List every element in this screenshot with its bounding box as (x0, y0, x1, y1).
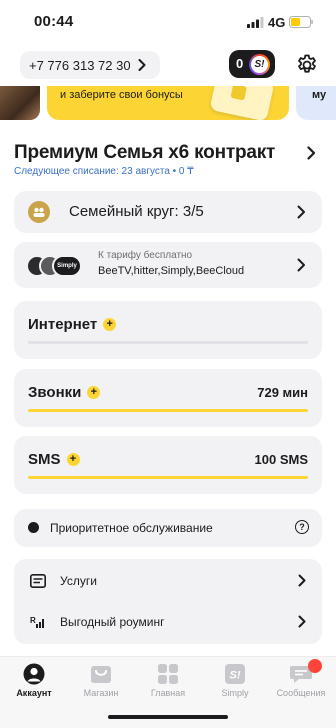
promo-banner-bonus[interactable]: и заберите свои бонусы (47, 86, 289, 120)
status-bar: 00:44 4G (0, 0, 336, 44)
priority-service-card[interactable]: Приоритетное обслуживание ? (14, 509, 322, 547)
menu-item-roaming[interactable]: R Выгодный роуминг (14, 602, 322, 642)
promo-banner-photo[interactable] (0, 86, 40, 120)
internet-usage-card[interactable]: Интернет + (14, 301, 322, 359)
add-calls-icon[interactable]: + (87, 386, 101, 399)
free-services-caption: К тарифу бесплатно (98, 250, 193, 261)
battery-icon (289, 16, 313, 28)
phone-number: +7 776 313 72 30 (29, 57, 131, 73)
help-icon[interactable]: ? (295, 520, 309, 534)
sms-usage-card[interactable]: SMS + 100 SMS (14, 436, 322, 494)
tab-messages-label: Сообщения (276, 688, 326, 698)
tab-home[interactable]: Главная (135, 663, 201, 707)
tab-home-label: Главная (150, 688, 186, 698)
family-circle-label: Семейный круг: 3/5 (69, 203, 204, 220)
network-type: 4G (268, 15, 286, 30)
menu-item-services-label: Услуги (60, 574, 97, 588)
menu-item-services[interactable]: Услуги (14, 561, 322, 601)
menu-card: Услуги R Выгодный роуминг (14, 559, 322, 644)
sms-label: SMS (28, 451, 61, 468)
gear-icon[interactable] (295, 53, 319, 77)
svg-text:S!: S! (230, 670, 241, 682)
home-indicator[interactable] (108, 715, 228, 719)
chevron-right-icon (307, 146, 316, 160)
family-icon (28, 201, 50, 223)
service-logos: Simply (26, 255, 96, 277)
simply-logo-icon: S! (249, 54, 270, 75)
calls-progress-bar (28, 409, 308, 412)
calls-usage-card[interactable]: Звонки + 729 мин (14, 369, 322, 427)
next-charge-info: Следующее списание: 23 августа • 0 ₸ (14, 166, 194, 177)
add-sms-icon[interactable]: + (66, 453, 80, 466)
free-services-card[interactable]: Simply К тарифу бесплатно BeeTV,hitter,S… (14, 242, 322, 288)
internet-title: Интернет + (28, 316, 117, 333)
tab-messages[interactable]: Сообщения (268, 663, 334, 707)
menu-item-roaming-label: Выгодный роуминг (60, 615, 165, 629)
chevron-right-icon (298, 615, 306, 628)
coins-count: 0 (236, 56, 244, 71)
simply-logo-text: Simply (57, 263, 77, 269)
calls-remaining: 729 мин (257, 385, 308, 400)
phone-number-selector[interactable]: +7 776 313 72 30 (20, 51, 160, 79)
tariff-name: Премиум Семья x6 контракт (14, 142, 276, 163)
internet-progress-bar (28, 341, 308, 344)
promo-banner-next-text: му (312, 89, 327, 101)
calls-title: Звонки + (28, 384, 101, 401)
tab-simply-label: Simply (221, 688, 249, 698)
signal-strength-icon (247, 17, 264, 28)
tab-shop-label: Магазин (83, 688, 119, 698)
services-list-icon (30, 574, 46, 588)
home-grid-icon (158, 664, 178, 684)
tab-account[interactable]: Аккаунт (1, 663, 67, 707)
sms-remaining: 100 SMS (254, 452, 308, 467)
chevron-right-icon (138, 59, 146, 71)
family-circle-card[interactable]: Семейный круг: 3/5 (14, 191, 322, 233)
simply-badge-label: S! (251, 56, 268, 73)
chevron-right-icon (297, 258, 305, 272)
chevron-right-icon (297, 205, 305, 219)
tab-account-label: Аккаунт (16, 688, 52, 698)
calls-label: Звонки (28, 384, 82, 401)
coins-balance-button[interactable]: 0 S! (229, 50, 275, 78)
add-internet-icon[interactable]: + (103, 318, 117, 331)
sms-progress-fill (28, 476, 308, 479)
internet-label: Интернет (28, 316, 98, 333)
promo-banner-carousel[interactable]: и заберите свои бонусы му (0, 86, 336, 120)
roaming-signal-icon: R (30, 616, 44, 628)
tab-shop[interactable]: Магазин (68, 663, 134, 707)
account-icon (23, 663, 45, 685)
chevron-right-icon (298, 574, 306, 587)
promo-banner-next[interactable]: му (296, 86, 336, 120)
priority-status-dot (28, 522, 39, 533)
promo-banner-text: и заберите свои бонусы (60, 89, 183, 101)
gift-card-illustration (209, 86, 275, 120)
priority-service-label: Приоритетное обслуживание (50, 521, 213, 535)
simply-tab-icon: S! (225, 664, 245, 684)
free-services-list: BeeTV,hitter,Simply,BeeCloud (98, 265, 245, 277)
shop-icon (91, 666, 111, 683)
simply-logo: Simply (52, 255, 82, 277)
svg-text:R: R (30, 616, 36, 625)
calls-progress-fill (28, 409, 308, 412)
notification-badge (308, 659, 322, 673)
status-time: 00:44 (34, 13, 74, 30)
sms-progress-bar (28, 476, 308, 479)
tab-simply[interactable]: S! Simply (202, 663, 268, 707)
sms-title: SMS + (28, 451, 80, 468)
